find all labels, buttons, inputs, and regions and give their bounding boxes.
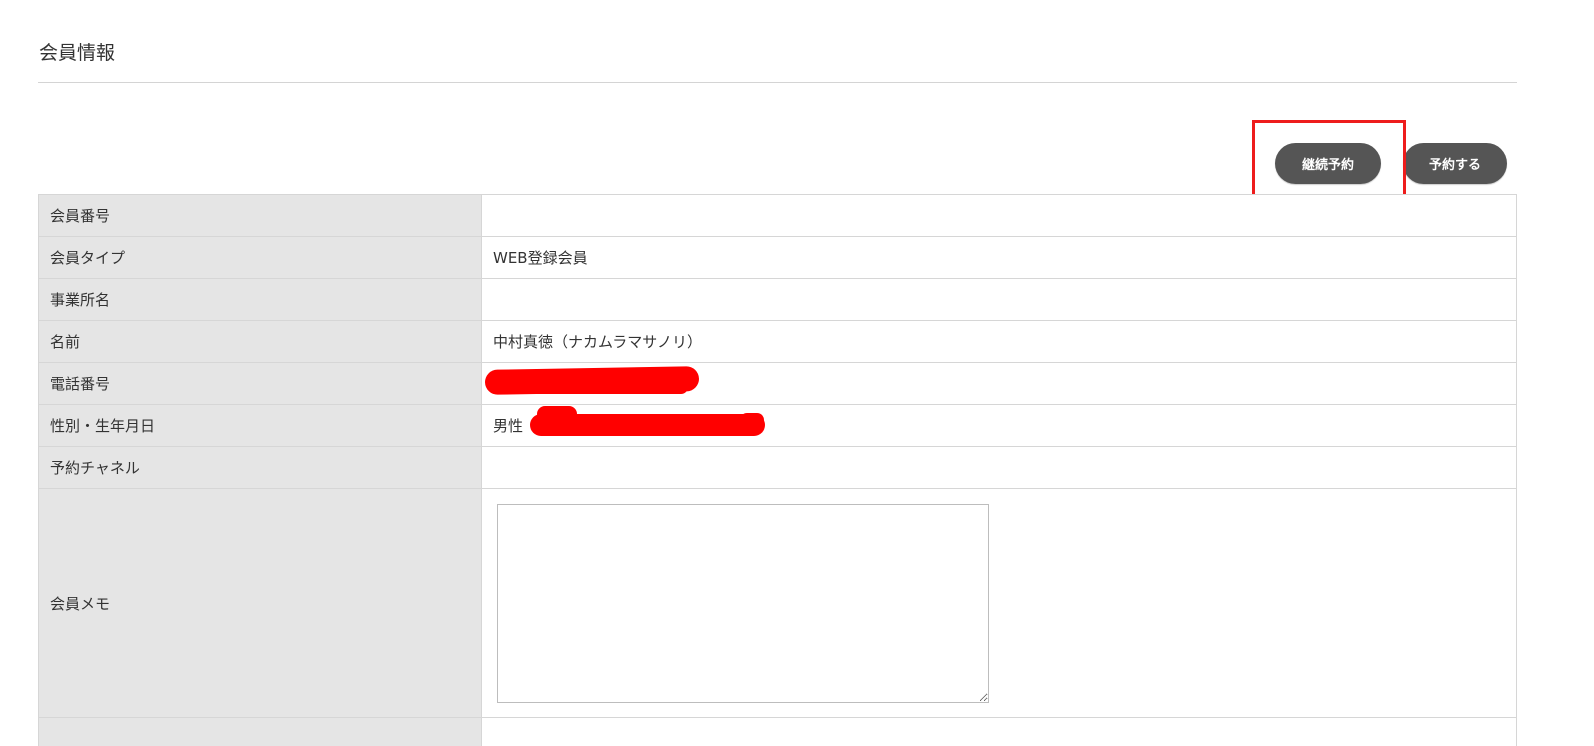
row-value-reservation-channel [481,446,1517,489]
row-label-member-number: 会員番号 [38,194,482,237]
row-value-office-name [481,278,1517,321]
table-row: 性別・生年月日 男性 [38,404,1517,447]
row-label-office-name: 事業所名 [38,278,482,321]
reserve-button[interactable]: 予約する [1403,143,1507,184]
table-row: 事業所名 [38,278,1517,321]
row-label-cut [38,717,482,746]
row-value-cut [481,717,1517,746]
row-label-member-type: 会員タイプ [38,236,482,279]
gender-value: 男性 [493,417,524,435]
row-label-reservation-channel: 予約チャネル [38,446,482,489]
redaction-mark [740,413,764,427]
row-label-name: 名前 [38,320,482,363]
row-label-member-memo: 会員メモ [38,488,482,718]
redaction-mark [488,380,688,394]
table-row: 会員タイプ WEB登録会員 [38,236,1517,279]
table-row: 名前 中村真徳（ナカムラマサノリ） [38,320,1517,363]
row-value-name: 中村真徳（ナカムラマサノリ） [481,320,1517,363]
row-value-member-memo [481,488,1517,718]
title-divider [38,82,1517,83]
section-title: 会員情報 [39,42,116,64]
table-row: 予約チャネル [38,446,1517,489]
row-label-gender-birthdate: 性別・生年月日 [38,404,482,447]
continue-reservation-button[interactable]: 継続予約 [1275,143,1381,184]
table-row: 会員メモ [38,488,1517,718]
row-label-phone: 電話番号 [38,362,482,405]
row-value-member-type: WEB登録会員 [481,236,1517,279]
table-row [38,717,1517,746]
table-row: 会員番号 [38,194,1517,237]
member-info-page: 会員情報 継続予約 予約する 会員番号 会員タイプ WEB登録会員 事業所名 名… [0,0,1594,746]
table-row: 電話番号 [38,362,1517,405]
redaction-mark [537,406,577,422]
member-info-table: 会員番号 会員タイプ WEB登録会員 事業所名 名前 中村真徳（ナカムラマサノリ… [38,194,1517,746]
row-value-member-number [481,194,1517,237]
member-memo-textarea[interactable] [497,503,989,703]
